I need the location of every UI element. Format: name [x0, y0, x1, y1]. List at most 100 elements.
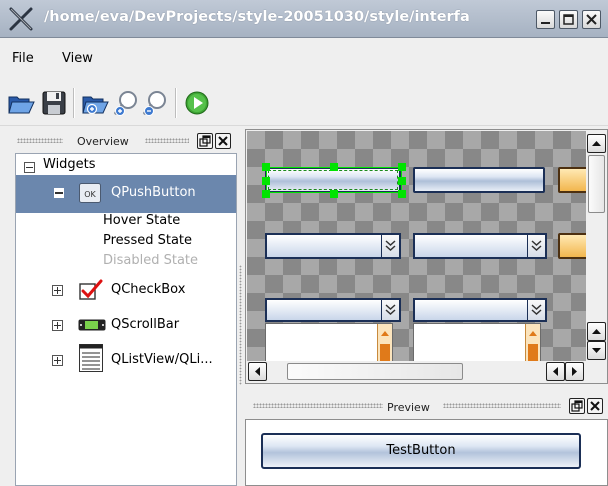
maximize-icon: [563, 14, 574, 25]
tree-item-qlistview[interactable]: QListView/QLi...: [16, 344, 236, 374]
menu-file[interactable]: File: [12, 51, 34, 66]
save-icon[interactable]: [40, 89, 68, 117]
scroll-thumb[interactable]: [588, 155, 605, 213]
overview-dock-header[interactable]: Overview: [15, 131, 239, 151]
preview-float-button[interactable]: [569, 398, 585, 414]
toolbar-separator: [73, 88, 75, 118]
canvas-combobox[interactable]: [265, 233, 401, 259]
dock-grip: [443, 403, 561, 408]
canvas-combobox[interactable]: [265, 298, 401, 322]
canvas-combobox[interactable]: [413, 233, 547, 259]
chevron-down-icon: [385, 304, 396, 316]
svg-text:OK: OK: [84, 190, 96, 199]
open-folder-icon[interactable]: [7, 89, 35, 117]
expand-icon[interactable]: [52, 320, 63, 331]
scroll-arrows-icon: [380, 331, 390, 361]
preview-dock-header[interactable]: Preview: [245, 396, 608, 416]
scroll-up-button[interactable]: [587, 134, 606, 153]
canvas-listbox[interactable]: [413, 323, 541, 361]
state-hover[interactable]: Hover State: [103, 213, 180, 228]
zoom-in-icon[interactable]: [113, 89, 141, 117]
arrow-up-icon: [592, 141, 601, 146]
float-icon: [199, 135, 211, 147]
list-view-icon: [79, 344, 103, 372]
combo-arrow[interactable]: [527, 300, 545, 320]
state-disabled[interactable]: Disabled State: [103, 253, 198, 268]
chevron-down-icon: [531, 240, 542, 252]
canvas-pushbutton-orange[interactable]: [558, 167, 586, 193]
scrollbar-icon: [78, 319, 106, 331]
scroll-down-button[interactable]: [587, 341, 606, 360]
scroll-left-button[interactable]: [248, 362, 267, 381]
tree-item-qcheckbox[interactable]: QCheckBox: [16, 276, 236, 304]
tree-item-label: QScrollBar: [111, 317, 180, 332]
dock-grip: [17, 138, 63, 143]
close-icon: [586, 14, 597, 25]
tree-item-qpushbutton[interactable]: OK QPushButton: [16, 175, 236, 213]
listbox-scrollbar[interactable]: [377, 324, 392, 361]
combo-arrow[interactable]: [527, 235, 545, 257]
arrow-right-icon: [572, 367, 577, 376]
scroll-left-button[interactable]: [546, 362, 565, 381]
combo-arrow[interactable]: [381, 235, 399, 257]
overview-close-button[interactable]: [215, 133, 231, 149]
expand-icon[interactable]: [52, 285, 63, 296]
preview-close-button[interactable]: [587, 398, 603, 414]
zoom-out-icon[interactable]: [142, 89, 170, 117]
tree-item-qscrollbar[interactable]: QScrollBar: [16, 311, 236, 339]
chevron-down-icon: [531, 304, 542, 316]
collapse-icon[interactable]: [54, 188, 64, 198]
canvas-combobox[interactable]: [413, 298, 547, 322]
close-icon: [218, 136, 228, 146]
menu-bar: File View: [0, 38, 608, 76]
menu-view[interactable]: View: [62, 51, 93, 66]
push-button-icon: OK: [79, 183, 101, 203]
state-pressed[interactable]: Pressed State: [103, 233, 192, 248]
canvas-pushbutton[interactable]: [413, 167, 545, 193]
canvas-horizontal-scrollbar[interactable]: [247, 361, 586, 382]
app-logo-icon: [9, 7, 33, 31]
overview-float-button[interactable]: [197, 133, 213, 149]
arrow-left-icon: [255, 367, 260, 376]
toolbar-separator: [175, 88, 177, 118]
listbox-scrollbar[interactable]: [525, 324, 540, 361]
scroll-up-button[interactable]: [587, 322, 606, 341]
dock-splitter[interactable]: [239, 265, 242, 385]
combo-arrow[interactable]: [381, 300, 399, 320]
maximize-button[interactable]: [559, 10, 578, 29]
run-icon[interactable]: [183, 89, 211, 117]
scroll-arrows-icon: [528, 331, 538, 361]
minimize-icon: [541, 22, 550, 24]
open-file-icon[interactable]: [81, 89, 109, 117]
toolbar: [0, 76, 608, 126]
float-icon: [571, 400, 583, 412]
dock-grip: [253, 403, 383, 408]
checkbox-icon: [79, 279, 103, 300]
collapse-icon[interactable]: [24, 162, 35, 173]
tree-item-label: QPushButton: [111, 185, 196, 200]
overview-title: Overview: [77, 135, 129, 148]
close-icon: [590, 401, 600, 411]
arrow-left-icon: [553, 367, 558, 376]
dock-grip: [145, 138, 189, 143]
window-title: /home/eva/DevProjects/style-20051030/sty…: [44, 9, 470, 25]
widget-tree[interactable]: Widgets OK QPushButton Hover State Press…: [15, 153, 237, 486]
tree-item-label: QCheckBox: [111, 282, 186, 297]
title-bar[interactable]: /home/eva/DevProjects/style-20051030/sty…: [0, 0, 608, 38]
scroll-right-button[interactable]: [565, 362, 584, 381]
style-canvas[interactable]: [247, 131, 586, 361]
selection-outline: [266, 167, 402, 193]
close-button[interactable]: [582, 10, 601, 29]
canvas-vertical-scrollbar[interactable]: [586, 131, 607, 361]
preview-title: Preview: [387, 401, 430, 414]
canvas-listbox[interactable]: [265, 323, 393, 361]
app-window: /home/eva/DevProjects/style-20051030/sty…: [0, 0, 608, 486]
arrow-up-icon: [592, 329, 601, 334]
minimize-button[interactable]: [536, 10, 555, 29]
canvas-combobox-orange[interactable]: [558, 233, 586, 259]
tree-root-label: Widgets: [43, 157, 96, 172]
test-button[interactable]: TestButton: [261, 433, 581, 469]
chevron-down-icon: [385, 240, 396, 252]
scroll-thumb[interactable]: [287, 363, 463, 380]
expand-icon[interactable]: [52, 355, 63, 366]
